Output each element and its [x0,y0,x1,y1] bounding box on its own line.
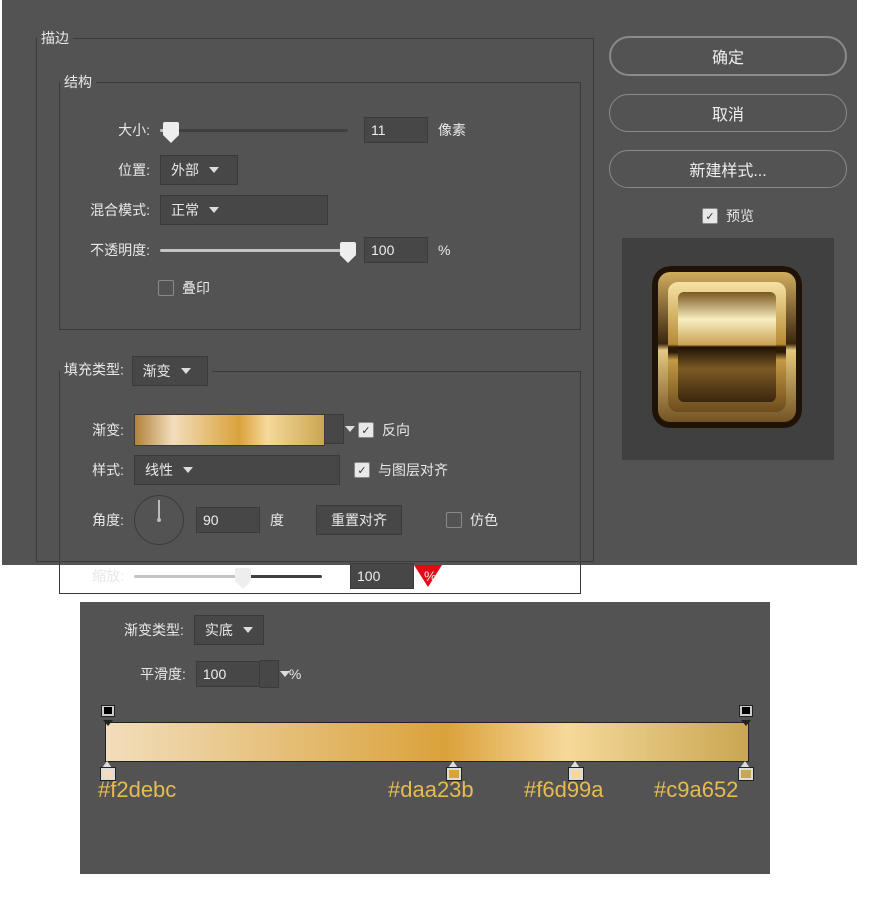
overprint-checkbox[interactable] [158,280,174,296]
color-stop-4[interactable] [738,761,754,781]
fill-legend: 填充类型: 渐变 [60,356,212,386]
size-slider[interactable] [160,123,348,137]
smoothness-label: 平滑度: [140,664,186,684]
style-label: 样式: [60,460,124,480]
new-style-button[interactable]: 新建样式... [609,150,847,188]
opacity-unit: % [438,242,450,258]
stroke-title: 描边 [37,28,73,48]
align-layer-label: 与图层对齐 [378,460,448,480]
overprint-label: 叠印 [182,278,210,298]
scale-input[interactable] [350,563,414,589]
cancel-button[interactable]: 取消 [609,94,847,132]
reverse-label: 反向 [382,420,410,440]
gradient-label: 渐变: [60,420,124,440]
angle-dial[interactable] [134,495,184,545]
opacity-stop-right[interactable] [739,705,753,721]
smoothness-input[interactable] [196,661,260,687]
gradient-type-label: 渐变类型: [124,620,184,640]
stroke-group: 描边 结构 大小: 像素 位置: 外部 混合模式: 正常 不 [36,28,594,562]
layer-style-panel: 描边 结构 大小: 像素 位置: 外部 混合模式: 正常 不 [2,0,857,565]
gradient-type-select[interactable]: 实底 [194,615,264,645]
align-layer-checkbox[interactable] [354,462,370,478]
angle-input[interactable] [196,507,260,533]
fill-type-select[interactable]: 渐变 [132,356,208,386]
opacity-label: 不透明度: [60,240,150,260]
blend-mode-label: 混合模式: [60,200,150,220]
reset-align-button[interactable]: 重置对齐 [316,505,402,535]
size-unit: 像素 [438,120,466,140]
fill-group: 填充类型: 渐变 渐变: 反向 样式: 线性 与图层对齐 角度: [59,356,581,594]
size-label: 大小: [60,120,150,140]
structure-title: 结构 [60,72,96,92]
gradient-swatch[interactable] [134,414,325,446]
preview-checkbox[interactable] [702,208,718,224]
preview-thumbnail [622,238,834,460]
opacity-input[interactable] [364,237,428,263]
scale-label: 缩放: [60,566,124,586]
gradient-dropdown[interactable] [325,414,344,444]
gradient-bar[interactable] [105,722,749,762]
hex-3: #f6d99a [524,777,604,803]
angle-label: 角度: [60,510,124,530]
position-label: 位置: [60,160,150,180]
scale-unit: % [424,568,436,584]
style-select[interactable]: 线性 [134,455,340,485]
structure-group: 结构 大小: 像素 位置: 外部 混合模式: 正常 不透明度: [59,72,581,330]
gradient-editor-panel: 渐变类型: 实底 平滑度: % #f2debc #daa23b #f6d99a … [80,602,770,874]
position-select[interactable]: 外部 [160,155,238,185]
reverse-checkbox[interactable] [358,422,374,438]
smoothness-dropdown[interactable] [260,660,279,688]
hex-1: #f2debc [98,777,176,803]
side-buttons: 确定 取消 新建样式... 预览 [609,36,847,460]
dither-label: 仿色 [470,510,498,530]
preview-label: 预览 [726,206,754,226]
opacity-stop-left[interactable] [101,705,115,721]
opacity-slider[interactable] [160,243,348,257]
gold-icon-preview [652,266,802,428]
dither-checkbox[interactable] [446,512,462,528]
hex-2: #daa23b [388,777,474,803]
angle-unit: 度 [270,510,284,530]
ok-button[interactable]: 确定 [609,36,847,76]
blend-mode-select[interactable]: 正常 [160,195,328,225]
scale-slider[interactable] [134,569,322,583]
hex-4: #c9a652 [654,777,738,803]
size-input[interactable] [364,117,428,143]
smoothness-unit: % [289,666,301,682]
